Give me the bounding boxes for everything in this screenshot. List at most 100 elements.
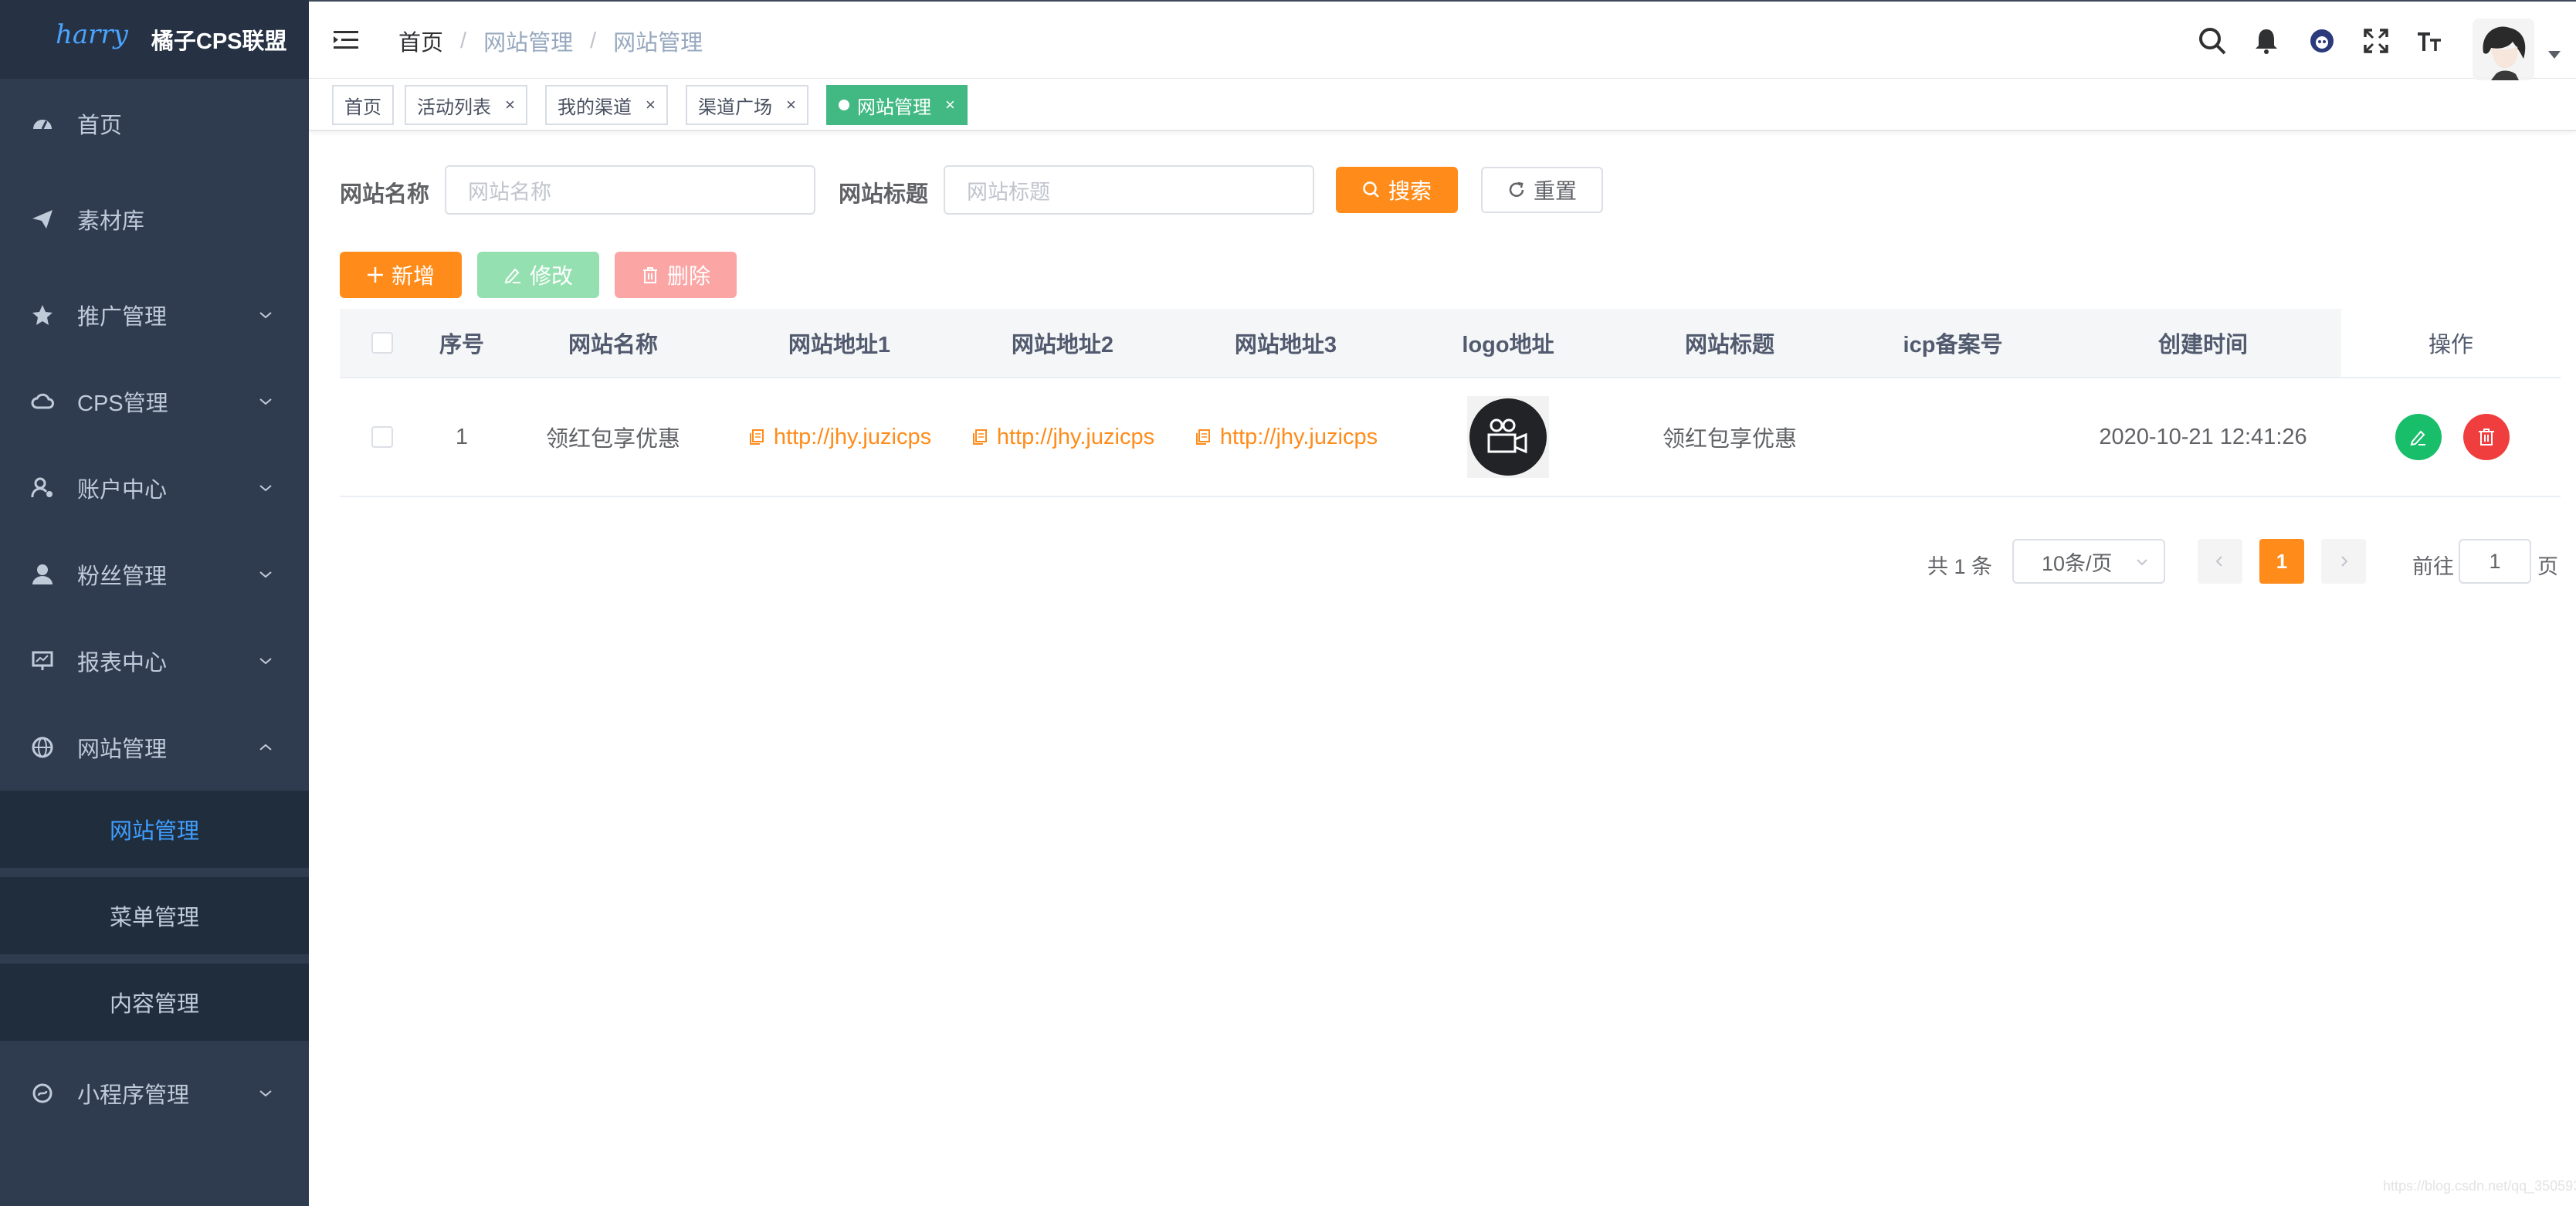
- copy-icon[interactable]: [971, 428, 989, 446]
- search-button[interactable]: 搜索: [1336, 167, 1458, 213]
- site-name-input[interactable]: 网站名称: [445, 165, 815, 215]
- sidebar-subitem-menu-manage[interactable]: 菜单管理: [0, 877, 309, 954]
- tag-website-manage[interactable]: 网站管理 ×: [826, 85, 968, 125]
- sidebar-subitem-website-manage[interactable]: 网站管理: [0, 791, 309, 868]
- camera-logo-icon: [1469, 398, 1547, 476]
- globe-icon: [29, 734, 56, 761]
- edit-icon: [503, 266, 522, 284]
- tag-channel-square[interactable]: 渠道广场 ×: [686, 85, 808, 125]
- sidebar-item-label: 首页: [77, 113, 123, 138]
- row-delete-button[interactable]: [2463, 414, 2510, 460]
- bell-icon[interactable]: [2250, 25, 2283, 57]
- dashboard-icon: [29, 110, 56, 137]
- sidebar-item-fans[interactable]: 粉丝管理: [0, 531, 309, 618]
- caret-down-icon[interactable]: [2548, 51, 2561, 59]
- sidebar-logo[interactable]: harry 橘子CPS联盟: [0, 0, 309, 79]
- avatar[interactable]: [2473, 19, 2534, 80]
- font-size-icon[interactable]: [2412, 25, 2445, 57]
- column-header-url2: 网站地址2: [1011, 333, 1114, 357]
- site-title-label: 网站标题: [839, 182, 929, 207]
- cell-url3: http://jhy.juzicps: [1174, 378, 1398, 496]
- refresh-icon: [1507, 181, 1526, 199]
- hamburger-icon[interactable]: [332, 26, 360, 54]
- prev-page-button[interactable]: [2198, 539, 2242, 584]
- delete-button-label: 删除: [666, 264, 710, 288]
- miniapp-icon: [29, 1080, 56, 1106]
- select-all-cell: [340, 309, 425, 377]
- site-title-input[interactable]: 网站标题: [944, 165, 1314, 215]
- cell-url1: http://jhy.juzicps: [727, 378, 951, 496]
- sidebar-item-label: 报表中心: [77, 651, 168, 676]
- url3-link[interactable]: http://jhy.juzicps: [1194, 425, 1378, 450]
- trash-icon: [641, 266, 659, 284]
- row-select-cell: [340, 378, 425, 496]
- tag-my-channels[interactable]: 我的渠道 ×: [545, 85, 668, 125]
- add-button-label: 新增: [391, 264, 435, 288]
- sidebar-item-promotion[interactable]: 推广管理: [0, 272, 309, 358]
- cell-logo: [1398, 378, 1618, 496]
- chevron-up-icon: [259, 744, 272, 750]
- user-icon: [29, 561, 56, 588]
- column-header-created: 创建时间: [2157, 333, 2248, 357]
- column-header-title: 网站标题: [1684, 333, 1774, 357]
- select-all-checkbox[interactable]: [371, 332, 393, 354]
- reset-button[interactable]: 重置: [1481, 167, 1603, 213]
- breadcrumb-home[interactable]: 首页: [398, 25, 443, 57]
- sidebar-item-label: CPS管理: [77, 391, 168, 416]
- row-edit-button[interactable]: [2395, 414, 2442, 460]
- sidebar-item-materials[interactable]: 素材库: [0, 176, 309, 263]
- cell-index: 1: [455, 424, 469, 449]
- tag-home[interactable]: 首页: [332, 85, 394, 125]
- logo-image[interactable]: [1467, 396, 1549, 478]
- tag-label: 渠道广场: [698, 97, 772, 118]
- page-button-current[interactable]: 1: [2259, 539, 2304, 584]
- edit-button[interactable]: 修改: [477, 252, 599, 298]
- sidebar-subitem-content-manage[interactable]: 内容管理: [0, 964, 309, 1041]
- close-icon[interactable]: ×: [646, 95, 656, 115]
- chevron-down-icon: [2137, 559, 2147, 566]
- top-navbar: 首页 / 网站管理 / 网站管理: [309, 0, 2576, 80]
- add-button[interactable]: 新增: [340, 252, 462, 298]
- close-icon[interactable]: ×: [945, 95, 955, 115]
- column-header-url3: 网站地址3: [1234, 333, 1337, 357]
- column-header-actions: 操作: [2428, 333, 2473, 357]
- url2-link[interactable]: http://jhy.juzicps: [971, 425, 1154, 450]
- sidebar-item-label: 粉丝管理: [77, 564, 168, 589]
- edit-button-label: 修改: [529, 264, 573, 288]
- trash-icon: [2479, 429, 2494, 445]
- github-icon[interactable]: [2306, 25, 2338, 57]
- sidebar-item-cps[interactable]: CPS管理: [0, 358, 309, 445]
- page-size-select[interactable]: 10条/页: [2012, 539, 2165, 584]
- logo-script: harry: [56, 19, 128, 50]
- close-icon[interactable]: ×: [505, 95, 515, 115]
- url2-text: http://jhy.juzicps: [996, 424, 1155, 449]
- breadcrumb: 首页 / 网站管理 / 网站管理: [398, 25, 703, 57]
- chevron-down-icon: [259, 398, 272, 405]
- row-checkbox[interactable]: [371, 426, 393, 448]
- tag-activity-list[interactable]: 活动列表 ×: [405, 85, 527, 125]
- chart-icon: [29, 648, 56, 674]
- sidebar-item-label: 推广管理: [77, 305, 168, 330]
- close-icon[interactable]: ×: [786, 95, 796, 115]
- tag-label: 首页: [344, 97, 381, 118]
- sidebar-item-account[interactable]: 账户中心: [0, 445, 309, 531]
- column-header-name: 网站名称: [568, 333, 658, 357]
- fullscreen-icon[interactable]: [2360, 25, 2392, 57]
- copy-icon[interactable]: [747, 428, 766, 446]
- sidebar-item-miniapp[interactable]: 小程序管理: [0, 1050, 309, 1137]
- sidebar-item-home[interactable]: 首页: [0, 80, 309, 167]
- delete-button[interactable]: 删除: [615, 252, 737, 298]
- sidebar-item-reports[interactable]: 报表中心: [0, 618, 309, 704]
- pagination-total: 共 1 条: [1927, 555, 1993, 578]
- cell-created: 2020-10-21 12:41:26: [2099, 424, 2307, 449]
- column-header-url1: 网站地址1: [788, 333, 891, 357]
- goto-page-input[interactable]: 1: [2459, 539, 2531, 584]
- url1-link[interactable]: http://jhy.juzicps: [747, 425, 931, 450]
- sidebar-item-website[interactable]: 网站管理: [0, 704, 309, 791]
- search-icon[interactable]: [2196, 25, 2229, 57]
- tag-label: 网站管理: [857, 97, 931, 118]
- copy-icon[interactable]: [1194, 428, 1212, 446]
- page-suffix: 页: [2537, 555, 2558, 578]
- app-title: 橘子CPS联盟: [151, 29, 287, 54]
- next-page-button[interactable]: [2321, 539, 2366, 584]
